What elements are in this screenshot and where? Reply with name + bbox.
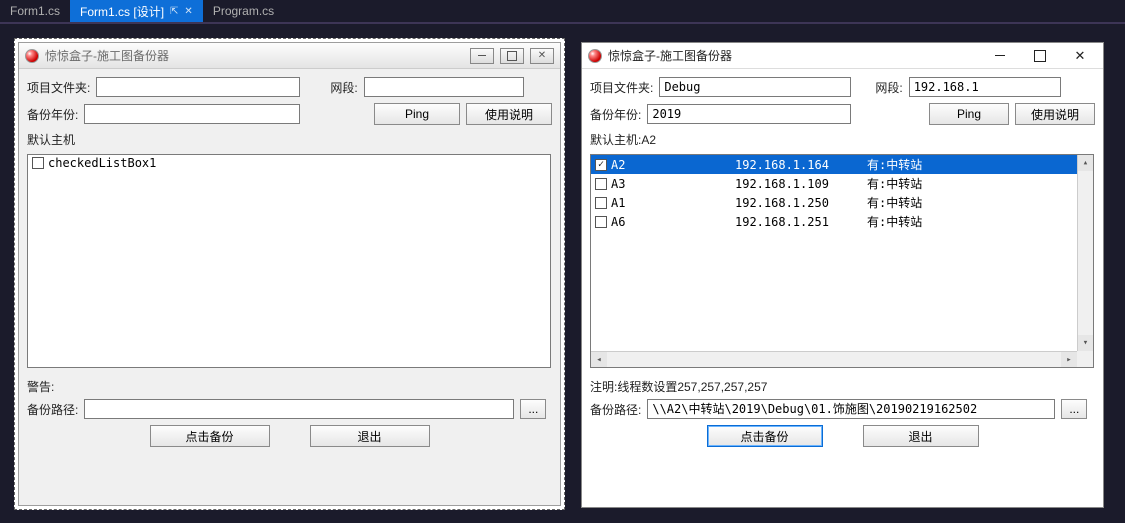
- scroll-down-icon[interactable]: ▾: [1078, 335, 1093, 351]
- scroll-right-icon[interactable]: ▸: [1061, 352, 1077, 367]
- tab-form1-design[interactable]: Form1.cs [设计] ⇱ ✕: [70, 0, 203, 22]
- checkbox-icon[interactable]: [595, 197, 607, 209]
- host-ip: 192.168.1.250: [735, 196, 863, 210]
- backup-year-input[interactable]: 2019: [647, 104, 851, 124]
- net-segment-label: 网段:: [875, 79, 902, 96]
- project-folder-input[interactable]: [96, 77, 300, 97]
- runtime-window[interactable]: 惊惊盒子-施工图备份器 项目文件夹: Debug 网段: 192.168.1 备…: [581, 42, 1104, 508]
- host-ip: 192.168.1.109: [735, 177, 863, 191]
- scroll-up-icon[interactable]: ▴: [1078, 155, 1093, 171]
- host-name: A3: [611, 177, 731, 191]
- host-flag: 有:中转站: [867, 213, 1089, 230]
- note-label: 注明:线程数设置257,257,257,257: [590, 378, 1095, 395]
- backup-path-label: 备份路径:: [27, 401, 78, 418]
- browse-button[interactable]: ...: [520, 399, 546, 419]
- window-title: 惊惊盒子-施工图备份器: [608, 47, 977, 64]
- exit-button[interactable]: 退出: [863, 425, 979, 447]
- tab-program-cs[interactable]: Program.cs: [203, 0, 284, 22]
- maximize-icon[interactable]: [500, 48, 524, 64]
- list-item[interactable]: A3 192.168.1.109 有:中转站: [591, 174, 1093, 193]
- designer-canvas: 惊惊盒子-施工图备份器 项目文件夹: 网段: 备份年份: Ping: [14, 38, 565, 510]
- host-ip: 192.168.1.251: [735, 215, 863, 229]
- list-item[interactable]: A2 192.168.1.164 有:中转站: [591, 155, 1093, 174]
- maximize-icon[interactable]: [1023, 44, 1057, 68]
- checkbox-icon[interactable]: [595, 159, 607, 171]
- list-item[interactable]: A1 192.168.1.250 有:中转站: [591, 193, 1093, 212]
- scrollbar-horizontal[interactable]: ◂ ▸: [591, 351, 1077, 367]
- ping-button[interactable]: Ping: [929, 103, 1009, 125]
- titlebar[interactable]: 惊惊盒子-施工图备份器: [19, 43, 560, 69]
- project-folder-label: 项目文件夹:: [590, 79, 653, 96]
- net-segment-input[interactable]: 192.168.1: [909, 77, 1061, 97]
- document-tabstrip: Form1.cs Form1.cs [设计] ⇱ ✕ Program.cs: [0, 0, 1125, 24]
- backup-year-label: 备份年份:: [590, 106, 641, 123]
- pin-icon[interactable]: ⇱: [170, 6, 178, 17]
- list-item-label: checkedListBox1: [48, 156, 156, 170]
- tab-label: Form1.cs [设计]: [80, 3, 164, 20]
- default-host-label: 默认主机:A2: [590, 131, 656, 148]
- host-checkedlistbox[interactable]: A2 192.168.1.164 有:中转站 A3 192.168.1.109 有:中转站…: [590, 154, 1094, 368]
- ping-button[interactable]: Ping: [374, 103, 460, 125]
- checkbox-icon[interactable]: [595, 178, 607, 190]
- warning-label: 警告:: [27, 378, 552, 395]
- backup-path-input[interactable]: [84, 399, 514, 419]
- checkbox-icon[interactable]: [595, 216, 607, 228]
- backup-year-input[interactable]: [84, 104, 300, 124]
- host-name: A6: [611, 215, 731, 229]
- usage-button[interactable]: 使用说明: [1015, 103, 1095, 125]
- host-checkedlistbox[interactable]: checkedListBox1: [27, 154, 551, 368]
- list-item[interactable]: A6 192.168.1.251 有:中转站: [591, 212, 1093, 231]
- scroll-left-icon[interactable]: ◂: [591, 352, 607, 367]
- list-item[interactable]: checkedListBox1: [28, 155, 550, 171]
- backup-year-label: 备份年份:: [27, 106, 78, 123]
- net-segment-label: 网段:: [330, 79, 357, 96]
- host-name: A1: [611, 196, 731, 210]
- host-ip: 192.168.1.164: [735, 158, 863, 172]
- tab-form1-cs[interactable]: Form1.cs: [0, 0, 70, 22]
- usage-button[interactable]: 使用说明: [466, 103, 552, 125]
- scrollbar-vertical[interactable]: ▴ ▾: [1077, 155, 1093, 351]
- browse-button[interactable]: ...: [1061, 399, 1087, 419]
- checkbox-icon[interactable]: [32, 157, 44, 169]
- backup-button[interactable]: 点击备份: [150, 425, 270, 447]
- tab-label: Form1.cs: [10, 4, 60, 18]
- close-icon[interactable]: [530, 48, 554, 64]
- host-flag: 有:中转站: [867, 175, 1089, 192]
- tab-label: Program.cs: [213, 4, 274, 18]
- backup-path-label: 备份路径:: [590, 401, 641, 418]
- app-icon: [588, 49, 602, 63]
- host-flag: 有:中转站: [867, 194, 1089, 211]
- project-folder-input[interactable]: Debug: [659, 77, 851, 97]
- default-host-label: 默认主机: [27, 131, 75, 148]
- backup-path-input[interactable]: \\A2\中转站\2019\Debug\01.饰施图\2019021916250…: [647, 399, 1055, 419]
- host-name: A2: [611, 158, 731, 172]
- window-title: 惊惊盒子-施工图备份器: [45, 47, 464, 64]
- exit-button[interactable]: 退出: [310, 425, 430, 447]
- host-flag: 有:中转站: [867, 156, 1089, 173]
- close-icon[interactable]: [1063, 44, 1097, 68]
- scrollbar-corner: [1077, 351, 1093, 367]
- project-folder-label: 项目文件夹:: [27, 79, 90, 96]
- app-icon: [25, 49, 39, 63]
- minimize-icon[interactable]: [470, 48, 494, 64]
- net-segment-input[interactable]: [364, 77, 524, 97]
- design-window[interactable]: 惊惊盒子-施工图备份器 项目文件夹: 网段: 备份年份: Ping: [18, 42, 561, 506]
- backup-button[interactable]: 点击备份: [707, 425, 823, 447]
- titlebar[interactable]: 惊惊盒子-施工图备份器: [582, 43, 1103, 69]
- minimize-icon[interactable]: [983, 44, 1017, 68]
- close-icon[interactable]: ✕: [184, 6, 192, 17]
